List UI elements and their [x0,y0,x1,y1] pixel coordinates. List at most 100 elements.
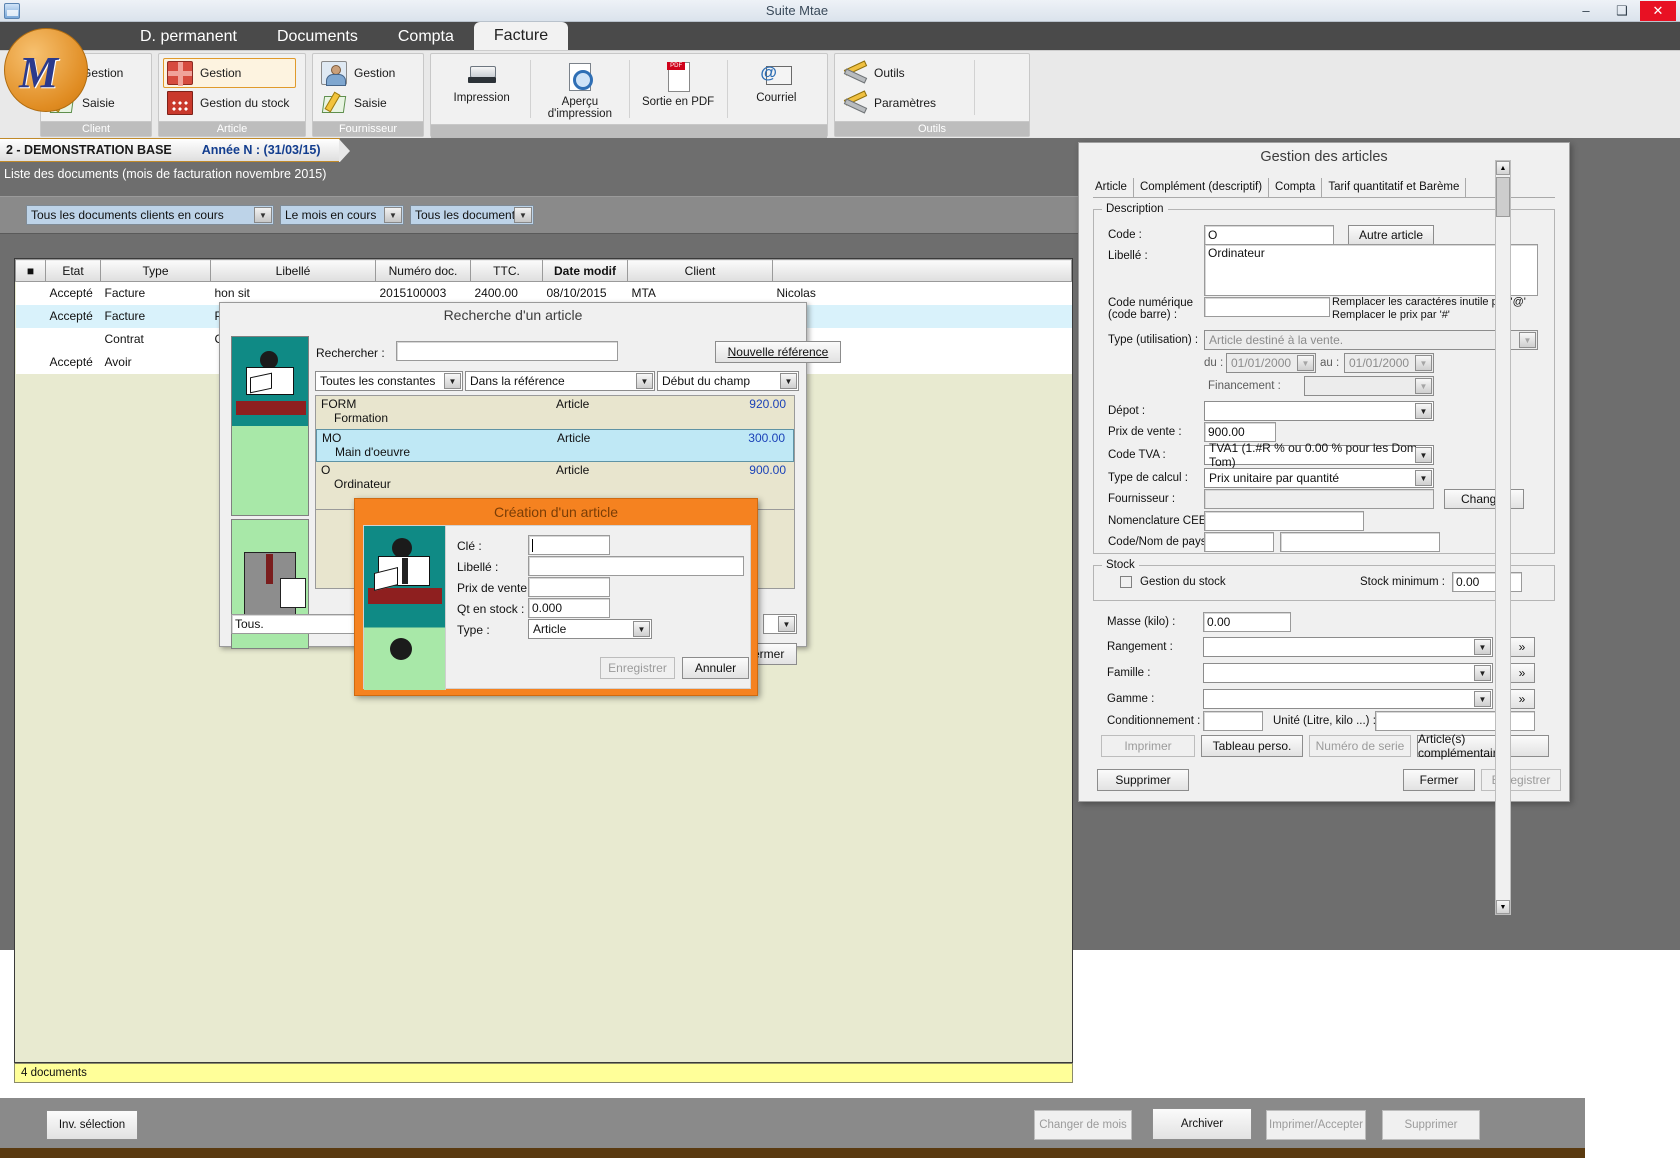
calendar-chevron-icon[interactable]: ▼ [1415,355,1432,371]
impression-button[interactable]: Impression [435,56,528,122]
code-tva-combo[interactable]: TVA1 (1.#R % ou 0.00 % pour les Dom-Tom)… [1204,445,1434,465]
chevron-down-icon[interactable]: ▼ [384,207,402,223]
fournisseur-input[interactable] [1204,489,1434,509]
fermer-panel-button[interactable]: Fermer [1403,769,1475,791]
chevron-down-icon[interactable]: ▼ [778,616,795,632]
search-results-list[interactable]: FORM Formation Article 920.00 MO Main d'… [315,395,795,510]
chevron-down-icon[interactable]: ▼ [1415,403,1432,419]
scroll-down-icon[interactable]: ▼ [1496,900,1510,914]
gamme-expand-button[interactable]: » [1509,689,1535,709]
filter-documents-combo[interactable]: Tous les documents clients en cours ▼ [26,205,274,225]
maximize-icon[interactable]: ❑ [1604,1,1640,21]
apercu-impression-button[interactable]: Aperçu d'impression [533,56,626,122]
sortie-pdf-button[interactable]: Sortie en PDF [631,56,724,122]
cle-input[interactable] [528,535,610,555]
unite-input[interactable] [1375,711,1535,731]
fournisseur-saisie-button[interactable]: Saisie [317,88,402,118]
stock-minimum-input[interactable]: 0.00 [1452,572,1522,592]
nom-pays-input[interactable] [1280,532,1440,552]
numero-de-serie-button[interactable]: Numéro de serie [1309,735,1411,757]
list-item[interactable]: FORM Formation Article 920.00 [316,396,794,429]
article-stock-button[interactable]: Gestion du stock [163,88,296,118]
inv-selection-button[interactable]: Inv. sélection [46,1110,138,1140]
header-numero[interactable]: Numéro doc. [376,260,471,282]
supprimer-article-button[interactable]: Supprimer [1097,769,1189,791]
imprimer-article-button[interactable]: Imprimer [1101,735,1195,757]
chevron-down-icon[interactable]: ▼ [1474,691,1491,707]
depot-combo[interactable]: ▼ [1204,401,1434,421]
article-gestion-button[interactable]: Gestion [163,58,296,88]
company-tab[interactable]: 2 - DEMONSTRATION BASE Année N : (31/03/… [0,138,340,162]
header-libelle[interactable]: Libellé [211,260,376,282]
chevron-down-icon[interactable]: ▼ [514,207,532,223]
chevron-down-icon[interactable]: ▼ [1519,332,1536,348]
type-combo[interactable]: Article ▼ [528,619,652,639]
autre-article-button[interactable]: Autre article [1348,225,1434,245]
chevron-down-icon[interactable]: ▼ [1415,470,1432,486]
search-field-combo[interactable]: Dans la référence ▼ [465,371,655,391]
close-icon[interactable]: ✕ [1640,1,1676,21]
list-item[interactable]: MO Main d'oeuvre Article 300.00 [316,429,794,462]
header-ttc[interactable]: TTC. [471,260,543,282]
tab-d-permanent[interactable]: D. permanent [120,24,257,50]
header-extra[interactable] [773,260,1072,282]
code-pays-input[interactable] [1204,532,1274,552]
articles-complementaires-button[interactable]: Article(s) complémentaire [1417,735,1549,757]
prix-de-vente-input[interactable] [528,577,610,597]
scrollbar-thumb[interactable] [1496,177,1510,217]
chevron-down-icon[interactable]: ▼ [1415,378,1432,394]
imprimer-accepter-button[interactable]: Imprimer/Accepter [1266,1110,1366,1140]
chevron-down-icon[interactable]: ▼ [254,207,272,223]
chevron-down-icon[interactable]: ▼ [633,621,650,637]
nouvelle-reference-button[interactable]: Nouvelle référence [715,341,841,363]
gamme-combo[interactable]: ▼ [1203,689,1493,709]
au-date-combo[interactable]: 01/01/2000 ▼ [1344,353,1434,373]
annuler-article-button[interactable]: Annuler [682,657,749,679]
type-de-calcul-combo[interactable]: Prix unitaire par quantité ▼ [1204,468,1434,488]
famille-expand-button[interactable]: » [1509,663,1535,683]
filter-type-combo[interactable]: Tous les documents ▼ [410,205,534,225]
tableau-perso-button[interactable]: Tableau perso. [1201,735,1303,757]
chevron-down-icon[interactable]: ▼ [1474,665,1491,681]
list-item[interactable]: O Ordinateur Article 900.00 [316,462,794,495]
chevron-down-icon[interactable]: ▼ [780,373,797,389]
prix-de-vente-input[interactable]: 900.00 [1204,422,1276,442]
courriel-button[interactable]: Courriel [730,56,823,122]
enregistrer-article-button[interactable]: Enregistrer [600,657,675,679]
tab-compta[interactable]: Compta [1269,178,1322,197]
tab-tarif[interactable]: Tarif quantitatif et Barème [1322,178,1466,197]
chevron-down-icon[interactable]: ▼ [444,373,461,389]
rangement-expand-button[interactable]: » [1509,637,1535,657]
code-input[interactable]: O [1204,225,1334,245]
search-input[interactable] [396,341,618,361]
rangement-combo[interactable]: ▼ [1203,637,1493,657]
tab-facture[interactable]: Facture [474,22,568,50]
main-vertical-scrollbar[interactable]: ▲ ▼ [1495,160,1511,915]
enregistrer-panel-button[interactable]: Enregistrer [1481,769,1561,791]
header-etat[interactable]: Etat [46,260,101,282]
famille-combo[interactable]: ▼ [1203,663,1493,683]
du-date-combo[interactable]: 01/01/2000 ▼ [1226,353,1316,373]
type-utilisation-combo[interactable]: Article destiné à la vente. ▼ [1204,330,1538,350]
nomenclature-cee-input[interactable] [1204,511,1364,531]
financement-combo[interactable]: ▼ [1304,376,1434,396]
scroll-up-icon[interactable]: ▲ [1496,161,1510,175]
tab-complement[interactable]: Complément (descriptif) [1134,178,1269,197]
barcode-input[interactable] [1204,297,1330,317]
parametres-button[interactable]: Paramètres [839,88,972,118]
tab-documents[interactable]: Documents [257,24,378,50]
qt-en-stock-input[interactable]: 0.000 [528,598,610,618]
archiver-button[interactable]: Archiver [1152,1108,1252,1140]
libelle-textarea[interactable]: Ordinateur [1204,244,1538,296]
header-client[interactable]: Client [628,260,773,282]
minimize-icon[interactable]: – [1568,1,1604,21]
right-small-combo[interactable]: ▼ [763,614,797,634]
search-scope-combo[interactable]: Toutes les constantes ▼ [315,371,463,391]
calendar-chevron-icon[interactable]: ▼ [1297,355,1314,371]
tab-article[interactable]: Article [1093,178,1134,197]
search-match-combo[interactable]: Début du champ ▼ [657,371,799,391]
chevron-down-icon[interactable]: ▼ [1415,447,1432,463]
header-date-modif[interactable]: Date modif [543,260,628,282]
chevron-down-icon[interactable]: ▼ [636,373,653,389]
gestion-du-stock-checkbox[interactable] [1120,576,1132,588]
